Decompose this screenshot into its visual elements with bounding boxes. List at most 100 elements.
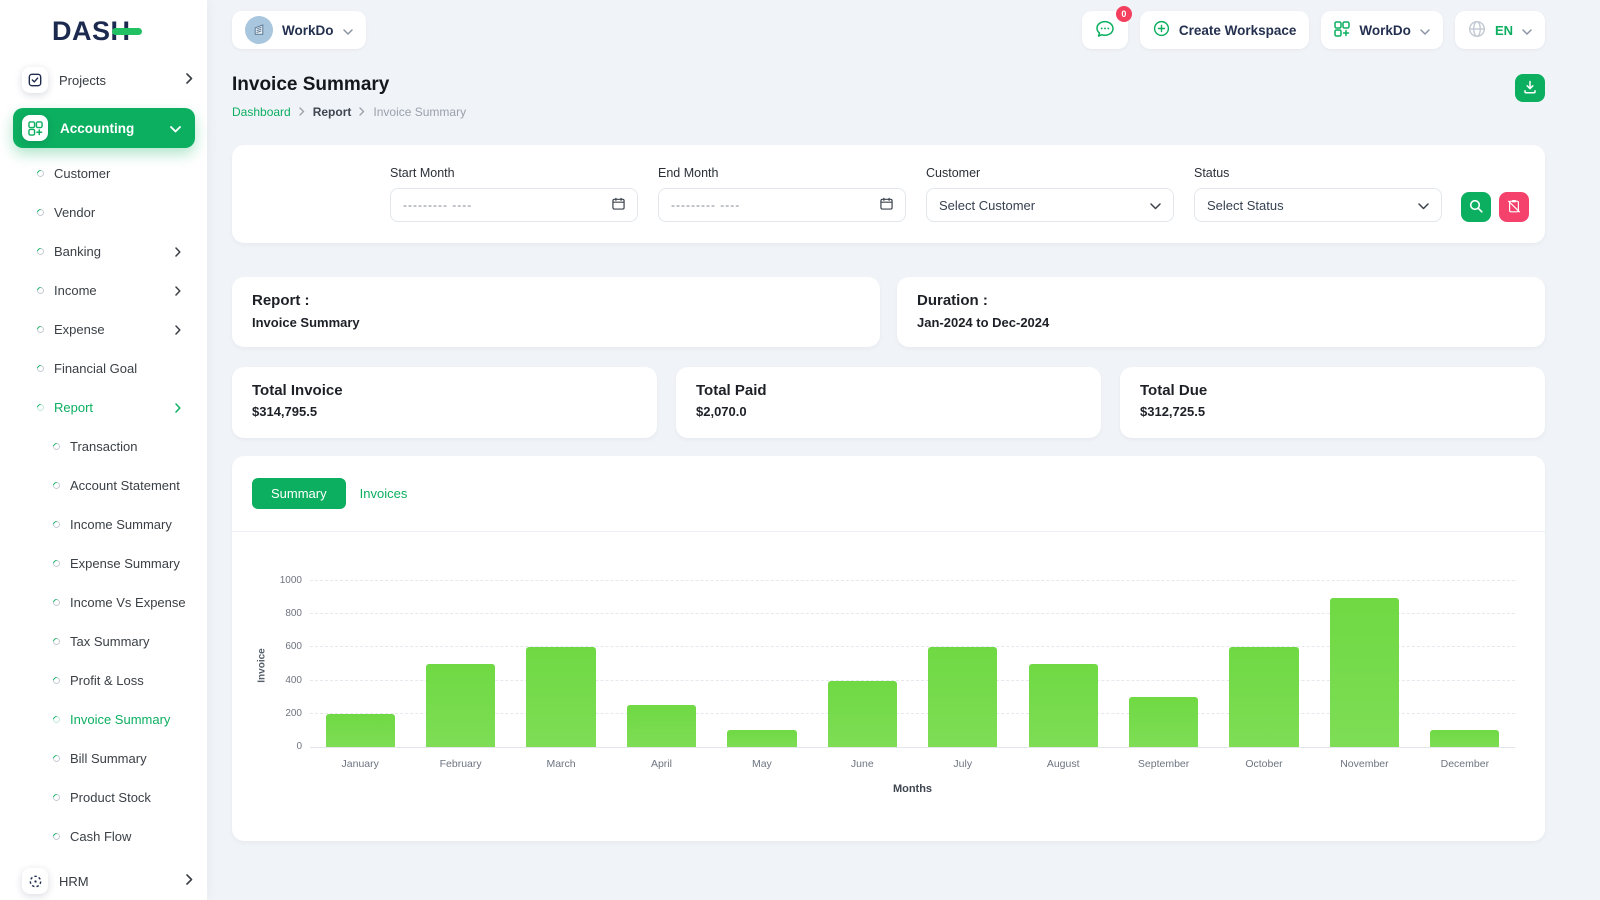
bar-april xyxy=(626,705,697,747)
create-workspace-button[interactable]: Create Workspace xyxy=(1139,11,1310,49)
bar-november xyxy=(1329,598,1400,747)
bar-band xyxy=(712,730,812,747)
bullet-icon xyxy=(51,831,62,842)
y-axis-tick-label: 600 xyxy=(285,641,302,652)
calendar-icon xyxy=(880,197,893,213)
sidebar-item-label: Projects xyxy=(59,72,106,88)
sidebar-item-invoice-summary[interactable]: Invoice Summary xyxy=(0,700,207,739)
status-selected-value: Select Status xyxy=(1207,197,1284,213)
sidebar-item-label: Income xyxy=(54,283,97,298)
brand-logo[interactable]: DASH xyxy=(0,0,207,55)
bullet-icon xyxy=(51,519,62,530)
download-icon xyxy=(1523,80,1537,97)
sidebar: DASH Projects Accounting Customer Vendor B… xyxy=(0,0,207,900)
chevron-down-icon xyxy=(170,121,181,136)
search-button[interactable] xyxy=(1461,192,1491,222)
y-axis-tick-label: 0 xyxy=(296,741,302,752)
duration-label: Duration : xyxy=(917,292,988,309)
bullet-icon xyxy=(51,753,62,764)
y-axis-tick-label: 800 xyxy=(285,608,302,619)
chevron-right-icon xyxy=(299,105,305,119)
breadcrumb-dashboard[interactable]: Dashboard xyxy=(232,105,291,119)
bar-january xyxy=(325,714,395,747)
language-selector[interactable]: EN xyxy=(1454,11,1545,49)
bullet-icon xyxy=(35,363,46,374)
end-month-placeholder: --------- ---- xyxy=(671,198,741,212)
sidebar-item-hrm[interactable]: HRM xyxy=(22,866,193,896)
tab-summary[interactable]: Summary xyxy=(252,478,346,509)
download-button[interactable] xyxy=(1515,74,1545,102)
bullet-icon xyxy=(51,675,62,686)
gridline xyxy=(310,580,1515,581)
sidebar-item-accounting[interactable]: Accounting xyxy=(13,108,195,148)
workdo-menu-button[interactable]: WorkDo xyxy=(1321,11,1443,49)
bar-band xyxy=(410,664,510,747)
start-month-input[interactable]: --------- ---- xyxy=(390,188,638,222)
sidebar-item-projects[interactable]: Projects xyxy=(22,65,193,95)
page-title: Invoice Summary xyxy=(232,74,390,95)
sidebar-item-bill-summary[interactable]: Bill Summary xyxy=(0,739,207,778)
report-value: Invoice Summary xyxy=(252,315,360,330)
chart-tabs: Summary Invoices xyxy=(232,478,1545,509)
sidebar-item-vendor[interactable]: Vendor xyxy=(0,193,207,232)
x-axis-tick-label: January xyxy=(341,758,379,770)
x-axis-tick-label: April xyxy=(650,758,672,770)
chevron-right-icon xyxy=(175,402,181,413)
sidebar-item-label: HRM xyxy=(59,873,89,889)
customer-select[interactable]: Select Customer xyxy=(926,188,1174,222)
sidebar-item-income-summary[interactable]: Income Summary xyxy=(0,505,207,544)
sidebar-item-profit-loss[interactable]: Profit & Loss xyxy=(0,661,207,700)
end-month-input[interactable]: --------- ---- xyxy=(658,188,906,222)
workspace-switcher[interactable]: WorkDo xyxy=(232,11,366,49)
create-workspace-label: Create Workspace xyxy=(1178,22,1297,38)
x-axis-tick-label: May xyxy=(751,758,772,770)
workspace-name: WorkDo xyxy=(282,22,334,38)
workdo-label: WorkDo xyxy=(1359,22,1411,38)
x-axis-tick-label: March xyxy=(546,758,576,770)
x-axis-tick-label: June xyxy=(850,758,874,770)
chevron-down-icon xyxy=(342,23,353,38)
sidebar-item-financial-goal[interactable]: Financial Goal xyxy=(0,349,207,388)
chat-bubble-icon xyxy=(1095,19,1115,42)
messages-button[interactable]: 0 xyxy=(1081,6,1132,49)
sidebar-item-customer[interactable]: Customer xyxy=(0,154,207,193)
reset-filter-button[interactable] xyxy=(1499,192,1529,222)
total-card-total-paid: Total Paid $2,070.0 xyxy=(676,367,1101,438)
bar-june xyxy=(827,681,897,747)
sidebar-item-income-vs-expense[interactable]: Income Vs Expense xyxy=(0,583,207,622)
sidebar-item-account-statement[interactable]: Account Statement xyxy=(0,466,207,505)
bar-band xyxy=(913,647,1013,747)
sidebar-item-expense-summary[interactable]: Expense Summary xyxy=(0,544,207,583)
chevron-right-icon xyxy=(186,71,193,89)
sidebar-item-transaction[interactable]: Transaction xyxy=(0,427,207,466)
breadcrumb-report[interactable]: Report xyxy=(313,105,352,119)
total-value: $2,070.0 xyxy=(696,404,747,419)
sidebar-item-report[interactable]: Report xyxy=(0,388,207,427)
sidebar-item-income[interactable]: Income xyxy=(0,271,207,310)
chevron-right-icon xyxy=(359,105,365,119)
sidebar-item-tax-summary[interactable]: Tax Summary xyxy=(0,622,207,661)
bar-band xyxy=(511,647,611,747)
x-axis-tick-label: August xyxy=(1046,758,1080,770)
chevron-down-icon xyxy=(1418,198,1429,213)
bar-march xyxy=(526,647,596,747)
sidebar-item-label: Tax Summary xyxy=(70,634,150,649)
bars-container xyxy=(310,582,1515,747)
sidebar-item-banking[interactable]: Banking xyxy=(0,232,207,271)
bullet-icon xyxy=(35,207,46,218)
report-label: Report : xyxy=(252,292,310,309)
totals-row: Total Invoice $314,795.5 Total Paid $2,070.… xyxy=(232,367,1545,438)
workspace-avatar xyxy=(245,16,273,44)
status-select[interactable]: Select Status xyxy=(1194,188,1442,222)
sidebar-item-expense[interactable]: Expense xyxy=(0,310,207,349)
plus-circle-icon xyxy=(1153,20,1170,40)
breadcrumb: Dashboard Report Invoice Summary xyxy=(232,105,466,119)
bar-band xyxy=(1314,598,1414,747)
tab-invoices[interactable]: Invoices xyxy=(360,486,408,501)
sidebar-item-product-stock[interactable]: Product Stock xyxy=(0,778,207,817)
bar-july xyxy=(928,647,998,747)
x-axis-tick-label: December xyxy=(1440,758,1490,770)
total-card-total-invoice: Total Invoice $314,795.5 xyxy=(232,367,657,438)
bullet-icon xyxy=(35,324,46,335)
sidebar-item-cash-flow[interactable]: Cash Flow xyxy=(0,817,207,856)
